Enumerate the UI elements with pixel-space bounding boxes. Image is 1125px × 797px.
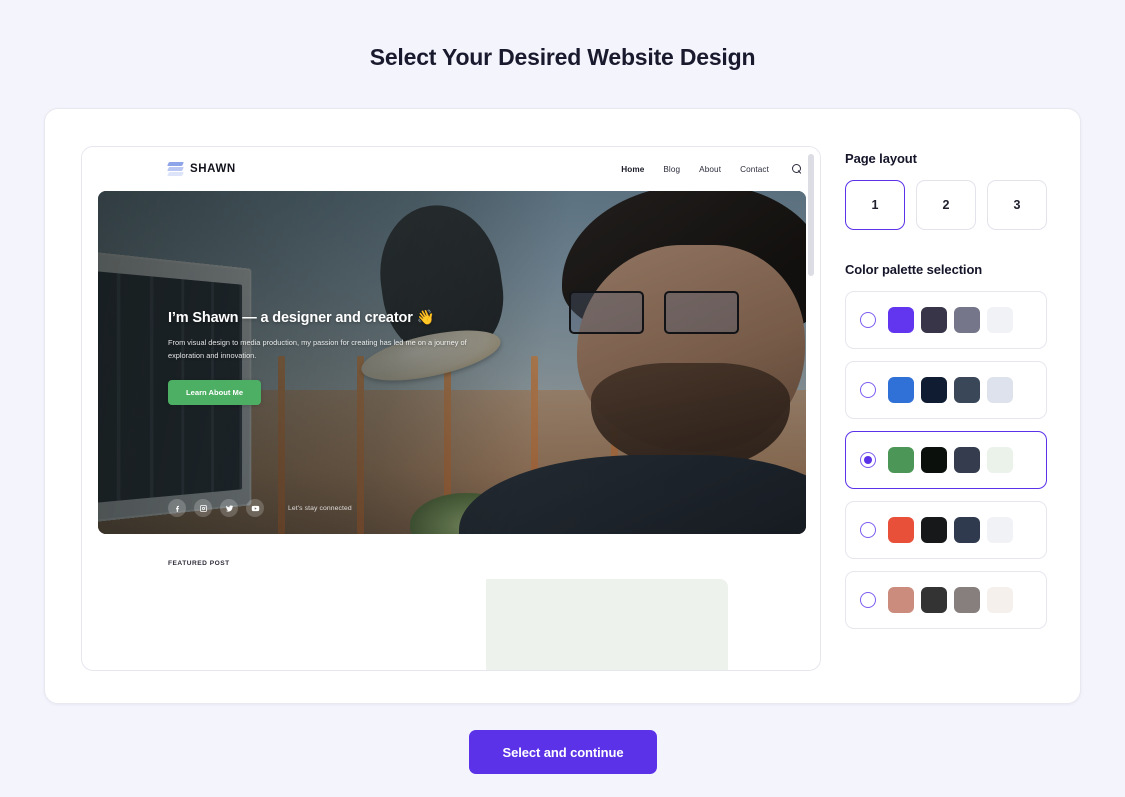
- palette-swatches-1: [888, 307, 1013, 333]
- page-layout-options: 1 2 3: [845, 180, 1047, 230]
- logo-icon: [167, 162, 184, 176]
- swatch: [888, 447, 914, 473]
- layout-option-1[interactable]: 1: [845, 180, 905, 230]
- palette-radio-4[interactable]: [860, 522, 876, 538]
- color-palette-options: [845, 291, 1047, 629]
- featured-post-label: FEATURED POST: [168, 560, 230, 567]
- palette-swatches-2: [888, 377, 1013, 403]
- swatch: [954, 377, 980, 403]
- youtube-icon[interactable]: [246, 499, 264, 517]
- palette-option-3[interactable]: [845, 431, 1047, 489]
- swatch: [921, 377, 947, 403]
- swatch: [921, 517, 947, 543]
- featured-post-image: [168, 579, 486, 670]
- palette-radio-5[interactable]: [860, 592, 876, 608]
- swatch: [987, 447, 1013, 473]
- learn-about-me-button[interactable]: Learn About Me: [168, 379, 262, 405]
- twitter-icon[interactable]: [220, 499, 238, 517]
- instagram-icon[interactable]: [194, 499, 212, 517]
- preview-scrollbar-track[interactable]: [808, 154, 814, 665]
- brand-logo[interactable]: SHAWN: [167, 162, 236, 176]
- select-and-continue-button[interactable]: Select and continue: [469, 730, 657, 774]
- swatch: [921, 587, 947, 613]
- layout-option-3[interactable]: 3: [987, 180, 1047, 230]
- website-preview-panel[interactable]: SHAWN Home Blog About Contact I’m Shawn …: [81, 146, 821, 671]
- palette-option-5[interactable]: [845, 571, 1047, 629]
- facebook-icon[interactable]: [168, 499, 186, 517]
- swatch: [987, 377, 1013, 403]
- layout-option-2[interactable]: 2: [916, 180, 976, 230]
- featured-post-body: [486, 579, 728, 670]
- swatch: [954, 447, 980, 473]
- hero-subtitle: From visual design to media production, …: [168, 338, 467, 360]
- swatch: [888, 517, 914, 543]
- search-icon[interactable]: [792, 164, 802, 174]
- website-preview-content: SHAWN Home Blog About Contact I’m Shawn …: [82, 147, 820, 670]
- nav-link-home[interactable]: Home: [621, 165, 644, 174]
- palette-radio-1[interactable]: [860, 312, 876, 328]
- palette-radio-2[interactable]: [860, 382, 876, 398]
- palette-option-4[interactable]: [845, 501, 1047, 559]
- swatch: [987, 307, 1013, 333]
- hero-social-links: Let's stay connected: [168, 499, 352, 517]
- palette-swatches-5: [888, 587, 1013, 613]
- app-root: Select Your Desired Website Design SHAWN…: [0, 0, 1125, 797]
- preview-nav-links: Home Blog About Contact: [621, 164, 802, 174]
- brand-name: SHAWN: [190, 163, 236, 175]
- swatch: [954, 307, 980, 333]
- page-layout-heading: Page layout: [845, 151, 917, 166]
- swatch: [888, 307, 914, 333]
- palette-swatches-3: [888, 447, 1013, 473]
- page-title: Select Your Desired Website Design: [369, 44, 756, 70]
- swatch: [954, 517, 980, 543]
- nav-link-blog[interactable]: Blog: [663, 165, 680, 174]
- palette-option-2[interactable]: [845, 361, 1047, 419]
- hero-title: I’m Shawn — a designer and creator 👋: [168, 310, 435, 326]
- social-note: Let's stay connected: [288, 504, 352, 512]
- swatch: [888, 587, 914, 613]
- preview-hero: I’m Shawn — a designer and creator 👋 Fro…: [98, 191, 806, 534]
- swatch: [888, 377, 914, 403]
- swatch: [987, 517, 1013, 543]
- palette-radio-3[interactable]: [860, 452, 876, 468]
- options-sidebar: Page layout 1 2 3 Color palette selectio…: [845, 151, 1047, 629]
- swatch: [921, 447, 947, 473]
- swatch: [987, 587, 1013, 613]
- preview-scrollbar-thumb[interactable]: [808, 154, 814, 276]
- swatch: [954, 587, 980, 613]
- palette-swatches-4: [888, 517, 1013, 543]
- palette-option-1[interactable]: [845, 291, 1047, 349]
- hero-content: I’m Shawn — a designer and creator 👋 Fro…: [168, 309, 498, 405]
- design-selector-card: SHAWN Home Blog About Contact I’m Shawn …: [44, 108, 1081, 704]
- color-palette-heading: Color palette selection: [845, 262, 983, 277]
- preview-site-nav: SHAWN Home Blog About Contact: [82, 147, 820, 191]
- nav-link-contact[interactable]: Contact: [740, 165, 769, 174]
- featured-post-card[interactable]: [168, 579, 728, 670]
- nav-link-about[interactable]: About: [699, 165, 721, 174]
- swatch: [921, 307, 947, 333]
